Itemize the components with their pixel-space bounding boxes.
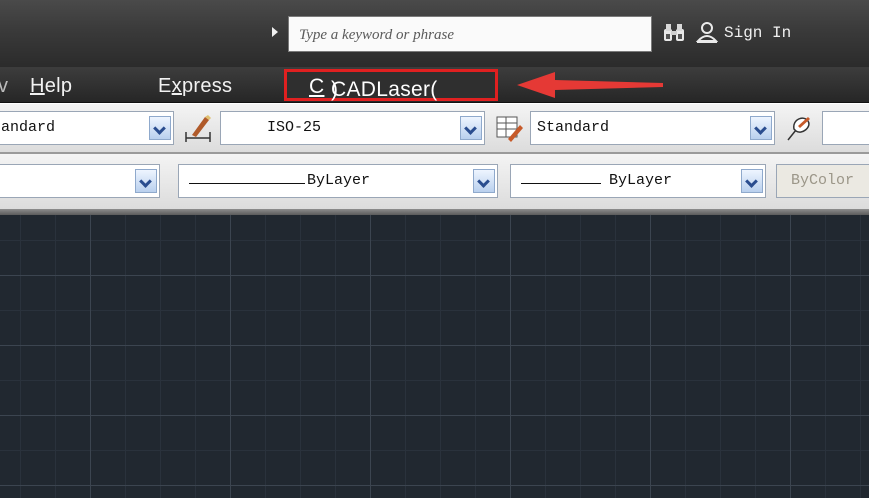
red-pointer-arrow-icon — [517, 72, 663, 98]
drawing-canvas[interactable] — [0, 215, 869, 498]
chevron-down-icon[interactable] — [750, 116, 772, 140]
lineweight-sample-line — [521, 183, 601, 184]
chevron-down-icon[interactable] — [135, 169, 157, 193]
chevron-down-icon[interactable] — [741, 169, 763, 193]
plot-style-dropdown: ByColor — [776, 164, 869, 198]
chevron-down-icon[interactable] — [149, 116, 171, 140]
search-field[interactable] — [288, 16, 652, 52]
sign-in-link[interactable]: Sign In — [724, 24, 791, 42]
table-style-icon[interactable] — [494, 113, 524, 143]
multileader-style-icon[interactable] — [784, 113, 814, 143]
linetype-sample-line — [189, 183, 305, 184]
menu-item-partial[interactable]: v — [0, 75, 8, 98]
search-input[interactable] — [297, 19, 641, 51]
chevron-down-icon[interactable] — [473, 169, 495, 193]
lineweight-dropdown[interactable]: ByLayer — [510, 164, 766, 198]
text-style-dropdown[interactable]: andard — [0, 111, 174, 145]
dimension-style-dropdown[interactable]: ISO-25 — [220, 111, 485, 145]
color-dropdown[interactable] — [0, 164, 160, 198]
user-icon[interactable] — [696, 21, 718, 43]
binoculars-icon[interactable] — [662, 23, 686, 43]
multileader-style-dropdown[interactable] — [822, 111, 869, 145]
menu-item-help[interactable]: Help — [30, 75, 72, 98]
title-bar: Sign In — [0, 0, 869, 67]
linetype-dropdown[interactable]: ByLayer — [178, 164, 498, 198]
dimension-style-icon[interactable] — [183, 113, 213, 143]
menu-item-express[interactable]: Express — [158, 75, 232, 98]
chevron-down-icon[interactable] — [460, 116, 482, 140]
table-style-dropdown[interactable]: Standard — [530, 111, 775, 145]
menu-item-cadlaser[interactable]: CADLaser(C) — [284, 69, 498, 101]
cadlaser-label: CADLaser(C) — [309, 75, 438, 101]
search-expand-arrow-icon[interactable] — [272, 27, 278, 37]
